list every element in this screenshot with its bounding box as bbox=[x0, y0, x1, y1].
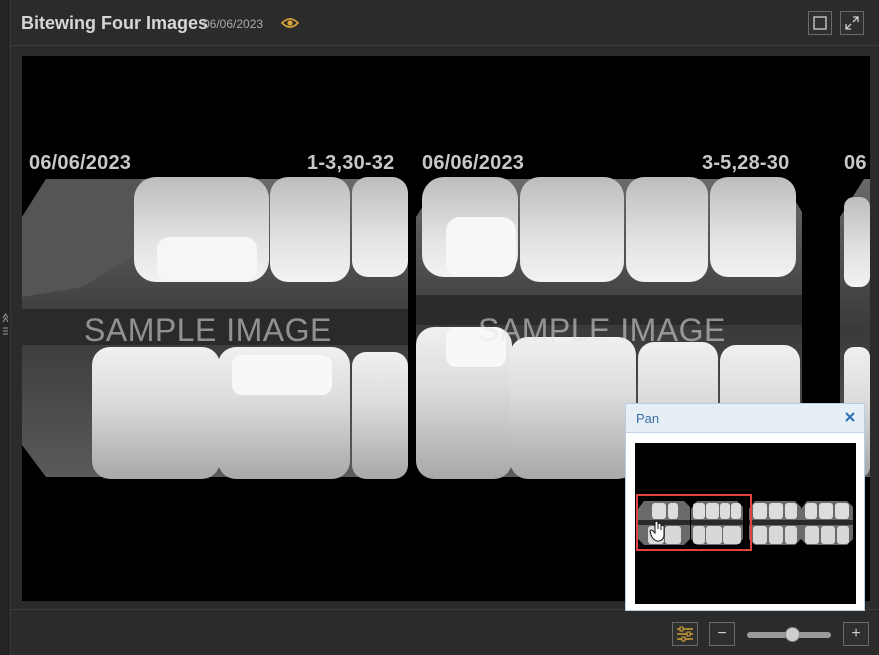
collapse-arrows-icon bbox=[2, 312, 9, 346]
pan-panel: Pan bbox=[625, 403, 865, 611]
adjust-settings-button[interactable] bbox=[672, 622, 698, 646]
fullscreen-button[interactable] bbox=[840, 11, 864, 35]
image-2-date: 06/06/2023 bbox=[422, 152, 525, 174]
settings-sliders-icon bbox=[677, 626, 693, 642]
exam-date: 06/06/2023 bbox=[203, 17, 264, 31]
image-2-teeth: 3-5,28-30 bbox=[702, 152, 790, 174]
image-1-watermark: SAMPLE IMAGE bbox=[84, 312, 332, 348]
zoom-out-button[interactable]: − bbox=[709, 622, 735, 646]
zoom-slider-handle[interactable] bbox=[785, 627, 800, 642]
image-3-date: 06 bbox=[844, 152, 867, 174]
pan-overview-canvas[interactable] bbox=[635, 443, 856, 604]
viewer-footer: − + bbox=[11, 609, 879, 655]
bitewing-viewer-window: Bitewing Four Images 06/06/2023 06/06/20… bbox=[0, 0, 879, 655]
pan-panel-title: Pan bbox=[636, 411, 660, 426]
side-panel-collapse-handle[interactable] bbox=[0, 0, 11, 655]
viewer-header: Bitewing Four Images 06/06/2023 bbox=[11, 0, 879, 46]
image-1-teeth: 1-3,30-32 bbox=[307, 152, 395, 174]
mini-xray-3 bbox=[749, 501, 801, 545]
eye-icon[interactable] bbox=[280, 16, 300, 30]
fullscreen-icon bbox=[845, 16, 859, 30]
image-1-date: 06/06/2023 bbox=[29, 152, 132, 174]
mini-xray-4 bbox=[801, 501, 853, 545]
pan-panel-header[interactable]: Pan bbox=[626, 404, 864, 433]
single-view-icon bbox=[813, 16, 827, 30]
hand-cursor-icon bbox=[649, 520, 665, 542]
page-title: Bitewing Four Images bbox=[21, 13, 209, 33]
zoom-in-button[interactable]: + bbox=[843, 622, 869, 646]
close-icon[interactable] bbox=[843, 410, 857, 424]
single-view-button[interactable] bbox=[808, 11, 832, 35]
image-2-watermark: SAMPLE IMAGE bbox=[478, 312, 726, 348]
